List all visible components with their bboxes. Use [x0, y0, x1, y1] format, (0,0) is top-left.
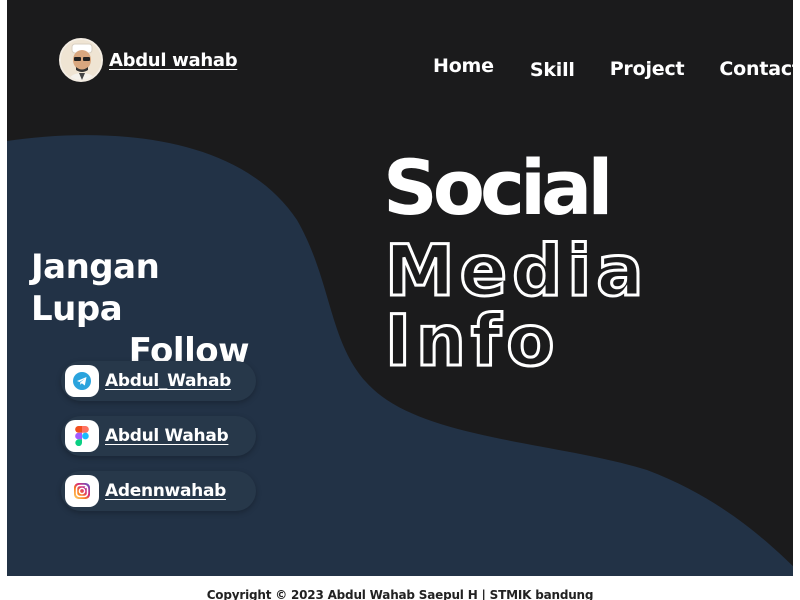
tagline: Jangan Lupa Follow [31, 246, 250, 372]
social-label-telegram: Abdul_Wahab [105, 371, 231, 391]
social-link-telegram[interactable]: Abdul_Wahab [61, 361, 256, 401]
hero-title-media-info: Media Info [384, 230, 649, 382]
nav-contact[interactable]: Contact [719, 58, 793, 80]
social-links: Abdul_Wahab Abdul Wahab Adennwahab [61, 361, 256, 526]
page-frame: Abdul wahab Home Skill Project Contact S… [0, 0, 800, 600]
figma-icon [65, 420, 99, 452]
main-nav: Home Skill Project Contact [433, 54, 793, 81]
brand[interactable]: Abdul wahab [59, 38, 238, 82]
brand-name[interactable]: Abdul wahab [109, 50, 238, 71]
social-label-figma: Abdul Wahab [105, 426, 229, 446]
social-link-figma[interactable]: Abdul Wahab [61, 416, 256, 456]
hero-title-social: Social [383, 143, 613, 232]
nav-project[interactable]: Project [610, 58, 685, 80]
tagline-line-1: Jangan Lupa [31, 247, 160, 329]
nav-skill[interactable]: Skill [530, 59, 575, 81]
avatar [59, 38, 103, 82]
social-link-instagram[interactable]: Adennwahab [61, 471, 256, 511]
telegram-icon [65, 365, 99, 397]
nav-home[interactable]: Home [433, 55, 494, 77]
social-label-instagram: Adennwahab [105, 481, 226, 501]
footer: Copyright © 2023 Abdul Wahab Saepul H | … [7, 576, 793, 600]
copyright-text: Copyright © 2023 Abdul Wahab Saepul H | … [206, 588, 594, 600]
instagram-icon [65, 475, 99, 507]
